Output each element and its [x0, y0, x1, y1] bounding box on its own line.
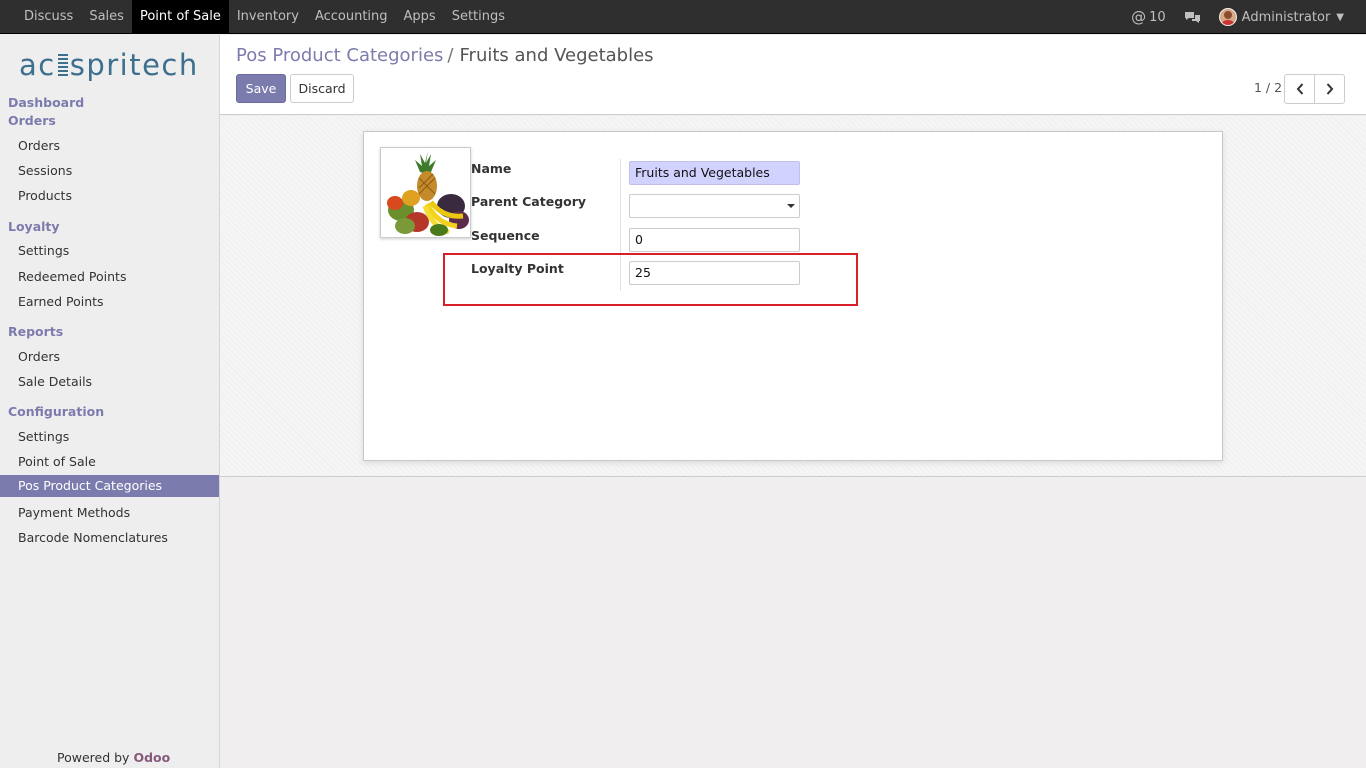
pager-value: 1 / 2 [1254, 80, 1283, 95]
sidebar-item-pos-product-categories[interactable]: Pos Product Categories [0, 475, 219, 497]
mentions-count: 10 [1149, 9, 1166, 25]
sidebar-item-point-of-sale[interactable]: Point of Sale [18, 454, 96, 469]
powered-by: Powered by Odoo [57, 750, 171, 765]
chevron-left-icon [1296, 83, 1303, 95]
breadcrumb-current: Fruits and Vegetables [459, 45, 654, 66]
sidebar-item-loyalty-settings[interactable]: Settings [18, 243, 69, 258]
at-icon: @ [1131, 8, 1147, 26]
app-menu: Discuss Sales Point of Sale Inventory Ac… [16, 0, 513, 34]
name-label: Name [471, 161, 512, 176]
sidebar-item-config-settings[interactable]: Settings [18, 429, 69, 444]
caret-down-icon [787, 204, 795, 208]
sidebar-item-sale-details[interactable]: Sale Details [18, 374, 92, 389]
sidebar-item-redeemed-points[interactable]: Redeemed Points [18, 269, 126, 284]
pager-previous-button[interactable] [1284, 74, 1315, 104]
save-button[interactable]: Save [236, 74, 286, 103]
systray: @ 10 Administrator ▼ [1131, 0, 1344, 34]
user-name: Administrator [1241, 9, 1331, 25]
parent-category-select[interactable] [629, 194, 800, 218]
sidebar-item-products[interactable]: Products [18, 188, 72, 203]
fruits-image-icon [387, 151, 469, 236]
menu-settings[interactable]: Settings [444, 0, 513, 34]
sidebar-item-earned-points[interactable]: Earned Points [18, 294, 104, 309]
name-field[interactable]: Fruits and Vegetables [629, 161, 800, 185]
company-logo: ac spritech [19, 48, 199, 82]
breadcrumb-separator: / [447, 45, 454, 66]
sidebar-item-barcode-nomenclatures[interactable]: Barcode Nomenclatures [18, 530, 168, 545]
highlight-box [443, 253, 858, 306]
menu-discuss[interactable]: Discuss [16, 0, 81, 34]
sidebar-section-loyalty: Loyalty [8, 219, 60, 234]
chevron-right-icon [1326, 83, 1333, 95]
pager-next-button[interactable] [1314, 74, 1345, 104]
sequence-label: Sequence [471, 228, 540, 243]
caret-down-icon: ▼ [1336, 11, 1344, 23]
sidebar-dashboard[interactable]: Dashboard [8, 95, 84, 110]
sidebar-section-reports: Reports [8, 324, 64, 339]
menu-accounting[interactable]: Accounting [307, 0, 396, 34]
breadcrumb-parent[interactable]: Pos Product Categories [236, 45, 443, 66]
sidebar-item-orders[interactable]: Orders [18, 138, 60, 153]
sidebar-item-sessions[interactable]: Sessions [18, 163, 72, 178]
parent-category-label: Parent Category [471, 194, 587, 209]
category-image[interactable] [380, 147, 471, 238]
menu-point-of-sale[interactable]: Point of Sale [131, 0, 229, 34]
menu-inventory[interactable]: Inventory [229, 0, 307, 34]
avatar [1218, 8, 1237, 26]
sidebar: ac spritech Dashboard Orders Orders Sessi… [0, 35, 220, 768]
chat-icon[interactable] [1184, 11, 1201, 24]
breadcrumb: Pos Product Categories / Fruits and Vegeta… [236, 45, 654, 66]
menu-apps[interactable]: Apps [396, 0, 444, 34]
control-panel: Pos Product Categories / Fruits and Vegeta… [220, 35, 1366, 115]
menu-sales[interactable]: Sales [81, 0, 132, 34]
sequence-field[interactable]: 0 [629, 228, 800, 252]
sidebar-item-report-orders[interactable]: Orders [18, 349, 60, 364]
discard-button[interactable]: Discard [290, 74, 354, 103]
mentions-button[interactable]: @ 10 [1131, 8, 1166, 26]
sidebar-section-orders: Orders [8, 113, 56, 128]
sidebar-item-payment-methods[interactable]: Payment Methods [18, 505, 130, 520]
top-navbar: Discuss Sales Point of Sale Inventory Ac… [0, 0, 1366, 34]
user-menu[interactable]: Administrator ▼ [1218, 8, 1344, 26]
odoo-link[interactable]: Odoo [133, 750, 170, 765]
sidebar-section-configuration: Configuration [8, 404, 105, 419]
